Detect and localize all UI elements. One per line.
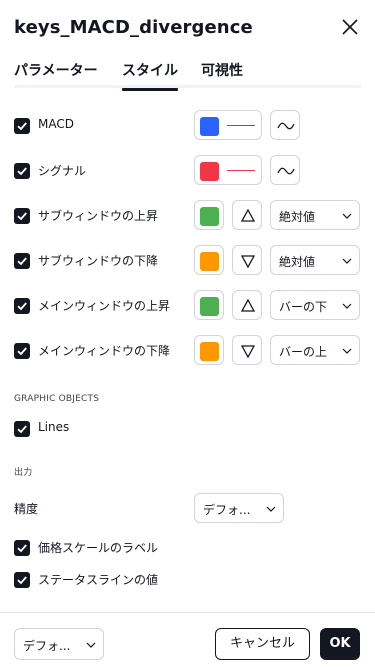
status-line-checkbox[interactable] [14,572,30,588]
sub-up-color-picker[interactable] [194,200,224,230]
triangle-down-icon [240,255,256,269]
select-value: 絶対値 [279,255,316,269]
style-row-signal: シグナル [14,155,361,187]
signal-label: シグナル [38,164,87,178]
checkmark-icon [17,347,27,356]
close-icon [342,19,358,35]
main-up-position-select[interactable]: バーの下 [270,290,360,320]
defaults-select[interactable]: デフォ... [14,628,104,660]
main-up-shape-button[interactable] [232,290,262,320]
wave-line-icon [277,122,295,130]
sub-up-shape-button[interactable] [232,200,262,230]
status-line-label: ステータスラインの値 [38,573,159,587]
precision-select[interactable]: デフォ... [194,493,284,523]
style-row-sub-up: サブウィンドウの上昇 絶対値 [14,200,361,232]
sub-down-checkbox[interactable] [14,253,30,269]
lines-label: Lines [38,420,70,434]
main-down-checkbox[interactable] [14,343,30,359]
triangle-down-icon [240,345,256,359]
signal-color-picker[interactable] [194,155,262,185]
dialog-title: keys_MACD_divergence [14,17,253,38]
color-swatch [200,207,219,226]
ok-button[interactable]: OK [320,628,360,660]
color-swatch [200,162,219,181]
tab-visibility[interactable]: 可視性 [201,60,243,86]
checkmark-icon [17,122,27,131]
checkmark-icon [17,212,27,221]
main-down-shape-button[interactable] [232,335,262,365]
select-value: デフォ... [23,639,71,653]
chevron-down-icon [342,213,352,219]
sub-down-shape-button[interactable] [232,245,262,275]
checkmark-icon [17,576,27,585]
wave-line-icon [277,167,295,175]
cancel-button[interactable]: キャンセル [215,628,310,660]
main-up-label: メインウィンドウの上昇 [38,299,171,313]
tab-style[interactable]: スタイル [122,60,178,91]
select-value: 絶対値 [279,210,316,224]
main-up-color-picker[interactable] [194,290,224,320]
price-scale-checkbox[interactable] [14,540,30,556]
checkmark-icon [17,544,27,553]
style-row-main-down: メインウィンドウの下降 バーの上 [14,335,361,367]
color-swatch [200,252,219,271]
sub-down-label: サブウィンドウの下降 [38,254,159,268]
macd-checkbox[interactable] [14,118,30,134]
line-preview [227,170,255,171]
chevron-down-icon [342,348,352,354]
sub-up-label: サブウィンドウの上昇 [38,209,159,223]
checkmark-icon [17,167,27,176]
dialog-header: keys_MACD_divergence [0,0,375,56]
precision-row: 精度 デフォ... [14,493,361,525]
color-swatch [200,342,219,361]
select-value: バーの上 [279,345,328,359]
status-line-row: ステータスラインの値 [14,564,361,596]
main-down-label: メインウィンドウの下降 [38,344,171,358]
select-value: デフォ... [203,503,251,517]
macd-color-picker[interactable] [194,110,262,140]
tab-parameters[interactable]: パラメーター [14,60,98,86]
checkmark-icon [17,425,27,434]
sub-up-position-select[interactable]: 絶対値 [270,200,360,230]
color-swatch [200,297,219,316]
chevron-down-icon [266,506,276,512]
price-scale-row: 価格スケールのラベル [14,532,361,564]
sub-down-color-picker[interactable] [194,245,224,275]
tab-bar: パラメーター スタイル 可視性 [14,60,361,91]
checkmark-icon [17,302,27,311]
style-row-macd: MACD [14,110,361,142]
output-section-title: 出力 [14,468,33,478]
color-swatch [200,117,219,136]
signal-plot-style-button[interactable] [270,155,300,185]
price-scale-label: 価格スケールのラベル [38,541,159,555]
lines-row: Lines [14,413,361,445]
main-down-position-select[interactable]: バーの上 [270,335,360,365]
main-down-color-picker[interactable] [194,335,224,365]
chevron-down-icon [342,303,352,309]
macd-plot-style-button[interactable] [270,110,300,140]
chevron-down-icon [342,258,352,264]
close-button[interactable] [341,18,359,36]
dialog-footer: デフォ... キャンセル OK [0,612,375,670]
select-value: バーの下 [279,300,328,314]
sub-down-position-select[interactable]: 絶対値 [270,245,360,275]
macd-label: MACD [38,117,74,131]
sub-up-checkbox[interactable] [14,208,30,224]
style-row-main-up: メインウィンドウの上昇 バーの下 [14,290,361,322]
main-up-checkbox[interactable] [14,298,30,314]
triangle-up-icon [240,298,256,312]
graphic-objects-section-title: GRAPHIC OBJECTS [14,394,100,404]
style-row-sub-down: サブウィンドウの下降 絶対値 [14,245,361,277]
triangle-up-icon [240,208,256,222]
signal-checkbox[interactable] [14,163,30,179]
lines-checkbox[interactable] [14,421,30,437]
line-preview [227,125,255,126]
chevron-down-icon [86,642,96,648]
checkmark-icon [17,257,27,266]
precision-label: 精度 [14,502,39,516]
